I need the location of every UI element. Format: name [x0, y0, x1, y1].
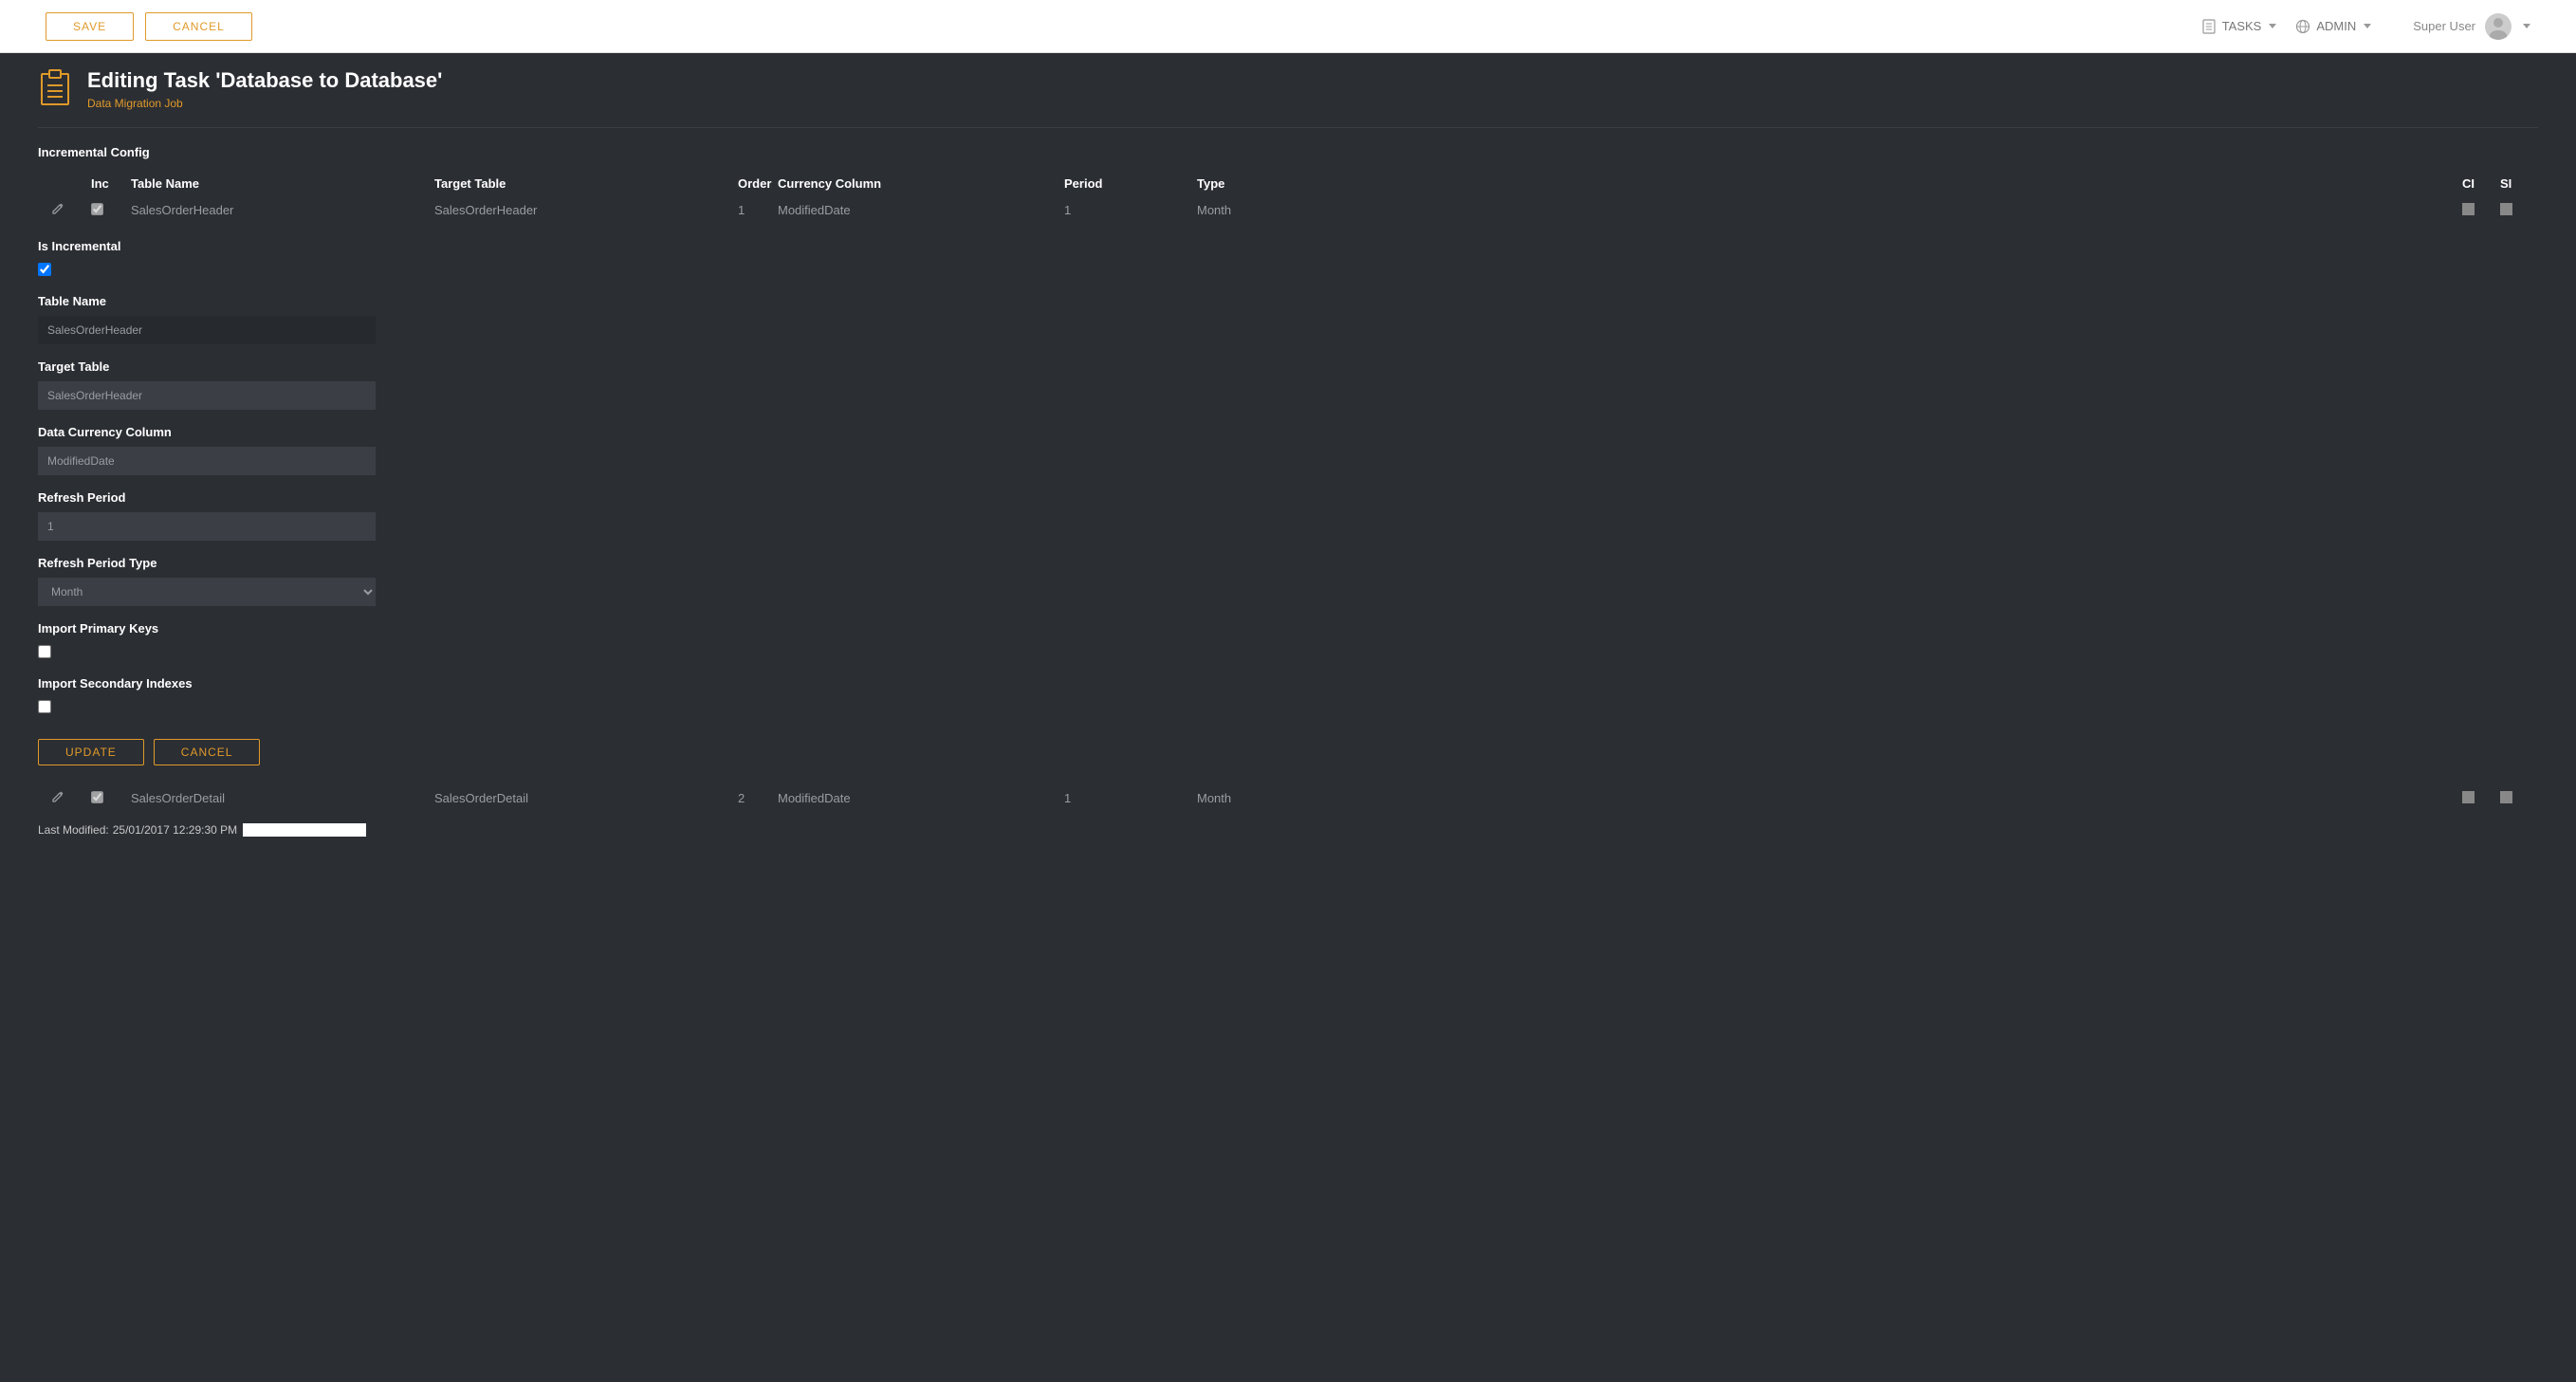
cancel-button[interactable]: CANCEL [145, 12, 252, 41]
chevron-down-icon [2364, 24, 2371, 28]
topbar-left: SAVE CANCEL [46, 12, 252, 41]
incremental-config-table-lower: SalesOrderDetail SalesOrderDetail 2 Modi… [38, 784, 2538, 812]
incremental-config-table: Inc Table Name Target Table Order Curren… [38, 171, 2538, 224]
row-inc-checkbox [91, 791, 103, 803]
col-target-header: Target Table [434, 176, 738, 191]
topbar: SAVE CANCEL TASKS ADMIN Super User [0, 0, 2576, 53]
globe-icon [2295, 19, 2310, 34]
row-ci-checkbox [2462, 203, 2475, 215]
table-header-row: Inc Table Name Target Table Order Curren… [38, 171, 2538, 196]
import-primary-keys-checkbox[interactable] [38, 645, 51, 658]
label-data-currency-column: Data Currency Column [38, 425, 2538, 439]
data-currency-column-input[interactable] [38, 447, 376, 475]
user-name: Super User [2413, 19, 2475, 33]
row-order: 1 [738, 203, 778, 217]
page: Editing Task 'Database to Database' Data… [0, 53, 2576, 865]
page-subtitle: Data Migration Job [87, 97, 442, 110]
page-header-text: Editing Task 'Database to Database' Data… [87, 68, 442, 110]
label-import-primary-keys: Import Primary Keys [38, 621, 2538, 636]
import-secondary-indexes-checkbox[interactable] [38, 700, 51, 713]
col-inc-header: Inc [91, 176, 131, 191]
row-tablename: SalesOrderDetail [131, 791, 434, 805]
refresh-period-input[interactable] [38, 512, 376, 541]
tasks-menu[interactable]: TASKS [2201, 19, 2277, 34]
col-type-header: Type [1197, 176, 2462, 191]
target-table-input[interactable] [38, 381, 376, 410]
edit-row-icon[interactable] [51, 792, 64, 806]
last-modified: Last Modified: 25/01/2017 12:29:30 PM [38, 823, 2538, 837]
col-currency-header: Currency Column [778, 176, 1064, 191]
admin-label: ADMIN [2316, 19, 2356, 33]
admin-menu[interactable]: ADMIN [2295, 19, 2371, 34]
table-row: SalesOrderDetail SalesOrderDetail 2 Modi… [38, 784, 2538, 812]
col-order-header: Order [738, 176, 778, 191]
row-si-checkbox [2500, 203, 2512, 215]
row-target: SalesOrderHeader [434, 203, 738, 217]
row-ci-checkbox [2462, 791, 2475, 803]
save-button[interactable]: SAVE [46, 12, 134, 41]
row-type: Month [1197, 203, 2462, 217]
table-row: SalesOrderHeader SalesOrderHeader 1 Modi… [38, 196, 2538, 224]
section-incremental-config: Incremental Config [38, 145, 2538, 159]
edit-row-icon[interactable] [51, 204, 64, 218]
chevron-down-icon [2269, 24, 2276, 28]
label-refresh-period-type: Refresh Period Type [38, 556, 2538, 570]
label-is-incremental: Is Incremental [38, 239, 2538, 253]
label-import-secondary-indexes: Import Secondary Indexes [38, 676, 2538, 691]
clipboard-icon [38, 68, 72, 106]
row-tablename: SalesOrderHeader [131, 203, 434, 217]
form-cancel-button[interactable]: CANCEL [154, 739, 261, 765]
col-period-header: Period [1064, 176, 1197, 191]
row-type: Month [1197, 791, 2462, 805]
tasks-label: TASKS [2222, 19, 2262, 33]
last-modified-value: 25/01/2017 12:29:30 PM [113, 823, 237, 837]
row-period: 1 [1064, 203, 1197, 217]
form-actions: UPDATE CANCEL [38, 739, 2538, 765]
row-order: 2 [738, 791, 778, 805]
tasks-icon [2201, 19, 2217, 34]
user-menu[interactable]: Super User [2413, 13, 2530, 40]
is-incremental-checkbox[interactable] [38, 263, 51, 276]
topbar-right: TASKS ADMIN Super User [2201, 13, 2530, 40]
row-period: 1 [1064, 791, 1197, 805]
page-header: Editing Task 'Database to Database' Data… [38, 68, 2538, 128]
refresh-period-type-select[interactable]: Month [38, 578, 376, 606]
label-target-table: Target Table [38, 359, 2538, 374]
last-modified-label: Last Modified: [38, 823, 109, 837]
row-inc-checkbox [91, 203, 103, 215]
redacted-box [243, 823, 366, 837]
page-title: Editing Task 'Database to Database' [87, 68, 442, 93]
col-si-header: SI [2500, 176, 2538, 191]
row-target: SalesOrderDetail [434, 791, 738, 805]
col-ci-header: CI [2462, 176, 2500, 191]
label-table-name: Table Name [38, 294, 2538, 308]
label-refresh-period: Refresh Period [38, 490, 2538, 505]
row-currency: ModifiedDate [778, 791, 1064, 805]
row-currency: ModifiedDate [778, 203, 1064, 217]
col-tablename-header: Table Name [131, 176, 434, 191]
table-name-input[interactable] [38, 316, 376, 344]
edit-form: Is Incremental Table Name Target Table D… [38, 239, 2538, 765]
avatar [2485, 13, 2512, 40]
update-button[interactable]: UPDATE [38, 739, 144, 765]
row-si-checkbox [2500, 791, 2512, 803]
chevron-down-icon [2523, 24, 2530, 28]
